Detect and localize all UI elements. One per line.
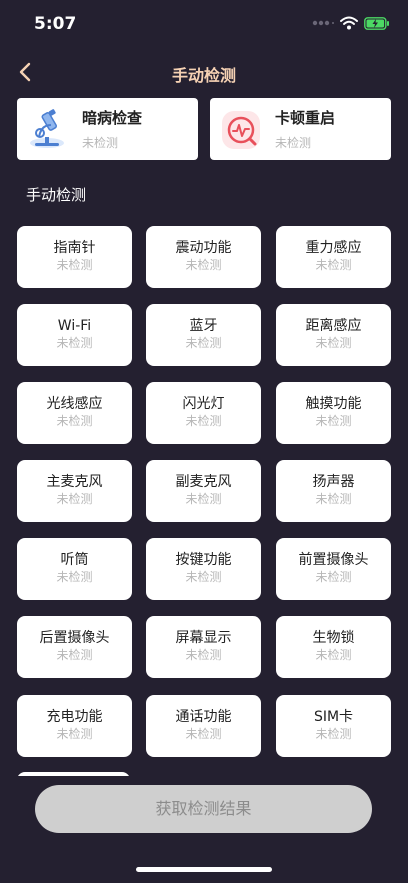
item-name: 听筒 [60, 552, 89, 568]
test-item-speaker[interactable]: 扬声器 未检测 [276, 460, 391, 522]
battery-charging-icon [364, 16, 389, 30]
status-time: 5:07 [34, 14, 77, 34]
item-status: 未检测 [185, 414, 222, 428]
test-item-vibration[interactable]: 震动功能 未检测 [146, 226, 261, 288]
test-item-compass[interactable]: 指南针 未检测 [17, 226, 132, 288]
test-item-main-microphone[interactable]: 主麦克风 未检测 [17, 460, 132, 522]
item-name: 主麦克风 [46, 474, 103, 490]
item-status: 未检测 [185, 336, 222, 350]
hidden-defect-check-card[interactable]: 暗病检查 未检测 [17, 98, 198, 160]
card-status: 未检测 [82, 136, 119, 150]
test-item-secondary-microphone[interactable]: 副麦克风 未检测 [146, 460, 261, 522]
item-name: 指南针 [53, 240, 96, 256]
item-status: 未检测 [185, 570, 222, 584]
card-status: 未检测 [275, 136, 312, 150]
item-status: 未检测 [56, 414, 93, 428]
next-row-card-peek [17, 772, 130, 776]
nav-bar: 手动检测 [0, 52, 408, 92]
item-name: 后置摄像头 [39, 630, 110, 646]
test-item-rear-camera[interactable]: 后置摄像头 未检测 [17, 616, 132, 678]
item-name: 距离感应 [305, 318, 362, 334]
test-item-touch[interactable]: 触摸功能 未检测 [276, 382, 391, 444]
item-name: 光线感应 [46, 396, 103, 412]
lag-restart-card[interactable]: 卡顿重启 未检测 [210, 98, 391, 160]
item-status: 未检测 [56, 648, 93, 662]
item-name: SIM卡 [313, 709, 354, 725]
status-icons [312, 16, 390, 30]
item-name: 屏幕显示 [175, 630, 232, 646]
item-status: 未检测 [315, 727, 352, 741]
item-status: 未检测 [56, 727, 93, 741]
test-item-grid: 指南针 未检测 震动功能 未检测 重力感应 未检测 Wi-Fi 未检测 蓝牙 未… [17, 226, 391, 776]
test-item-earpiece[interactable]: 听筒 未检测 [17, 538, 132, 600]
item-status: 未检测 [185, 492, 222, 506]
item-status: 未检测 [185, 648, 222, 662]
test-item-flashlight[interactable]: 闪光灯 未检测 [146, 382, 261, 444]
wifi-icon [340, 16, 358, 30]
item-name: 蓝牙 [189, 318, 218, 334]
test-item-gravity-sensor[interactable]: 重力感应 未检测 [276, 226, 391, 288]
item-name: Wi-Fi [57, 318, 92, 334]
item-status: 未检测 [315, 336, 352, 350]
lag-restart-icon [222, 111, 260, 149]
item-name: 前置摄像头 [298, 552, 369, 568]
item-status: 未检测 [56, 570, 93, 584]
item-name: 扬声器 [312, 474, 355, 490]
status-bar: 5:07 [0, 0, 408, 52]
item-name: 副麦克风 [175, 474, 232, 490]
item-status: 未检测 [56, 336, 93, 350]
item-status: 未检测 [315, 492, 352, 506]
test-item-light-sensor[interactable]: 光线感应 未检测 [17, 382, 132, 444]
item-status: 未检测 [315, 414, 352, 428]
test-item-screen-display[interactable]: 屏幕显示 未检测 [146, 616, 261, 678]
get-results-button[interactable]: 获取检测结果 [35, 785, 372, 833]
item-status: 未检测 [185, 258, 222, 272]
item-name: 充电功能 [46, 709, 103, 725]
test-item-proximity-sensor[interactable]: 距离感应 未检测 [276, 304, 391, 366]
item-status: 未检测 [315, 648, 352, 662]
item-name: 生物锁 [312, 630, 355, 646]
item-name: 震动功能 [175, 240, 232, 256]
item-name: 触摸功能 [305, 396, 362, 412]
item-status: 未检测 [315, 258, 352, 272]
microscope-icon [30, 109, 64, 148]
item-status: 未检测 [56, 258, 93, 272]
test-item-front-camera[interactable]: 前置摄像头 未检测 [276, 538, 391, 600]
test-item-calling[interactable]: 通话功能 未检测 [146, 695, 261, 757]
card-title: 暗病检查 [82, 109, 143, 127]
test-item-bluetooth[interactable]: 蓝牙 未检测 [146, 304, 261, 366]
item-name: 重力感应 [305, 240, 362, 256]
test-item-wifi[interactable]: Wi-Fi 未检测 [17, 304, 132, 366]
item-name: 闪光灯 [182, 396, 225, 412]
test-item-charging[interactable]: 充电功能 未检测 [17, 695, 132, 757]
item-name: 按键功能 [175, 552, 232, 568]
item-status: 未检测 [185, 727, 222, 741]
home-indicator [136, 867, 272, 872]
item-status: 未检测 [56, 492, 93, 506]
card-title: 卡顿重启 [275, 109, 336, 127]
section-title: 手动检测 [26, 186, 87, 204]
test-item-sim-card[interactable]: SIM卡 未检测 [276, 695, 391, 757]
test-item-biometric-lock[interactable]: 生物锁 未检测 [276, 616, 391, 678]
item-status: 未检测 [315, 570, 352, 584]
item-name: 通话功能 [175, 709, 232, 725]
page-title: 手动检测 [171, 66, 236, 85]
signal-dots-icon [312, 20, 334, 26]
test-item-buttons[interactable]: 按键功能 未检测 [146, 538, 261, 600]
